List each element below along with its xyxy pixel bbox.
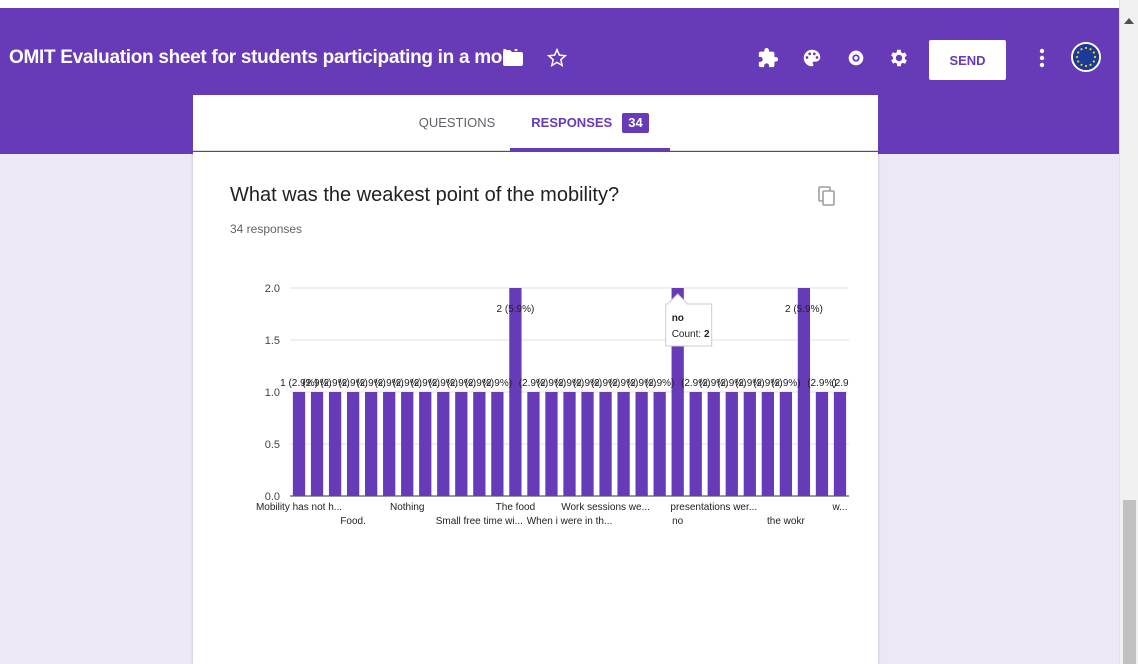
page-scrollbar[interactable] (1119, 0, 1138, 664)
eye-icon[interactable] (842, 44, 870, 72)
palette-icon[interactable] (798, 44, 826, 72)
x-tick-label: Nothing (390, 502, 424, 513)
y-tick-label: 1.5 (265, 335, 280, 347)
active-tab-indicator (510, 148, 670, 151)
x-tick-label: no (672, 516, 684, 527)
bar (761, 392, 774, 496)
data-label: (2.9%) (483, 378, 512, 389)
y-tick-label: 1.0 (265, 387, 280, 399)
bar (779, 392, 793, 496)
bar (797, 288, 811, 496)
bar (563, 392, 576, 496)
y-axis-ticks: 0.00.51.01.52.0 (265, 283, 280, 503)
chart-bars (292, 288, 847, 496)
data-label: (2.9 (831, 378, 849, 389)
bar (310, 392, 324, 496)
bar (581, 392, 594, 496)
scroll-up-arrow[interactable] (1124, 18, 1134, 24)
bar (707, 392, 720, 496)
x-tick-label: the wokr (767, 516, 805, 527)
form-title[interactable]: OMIT Evaluation sheet for students parti… (9, 38, 519, 78)
tooltip-count-label: Count: (672, 329, 704, 340)
data-label: 2 (5.9%) (785, 304, 823, 315)
x-tick-label: Work sessions we... (561, 502, 650, 513)
avatar[interactable] (1071, 42, 1101, 72)
tab-questions[interactable]: QUESTIONS (402, 95, 512, 151)
bar (833, 392, 847, 496)
x-axis-labels: Mobility has not h... Nothing The food Work… (256, 502, 848, 527)
bar (292, 392, 306, 496)
bar (473, 392, 486, 496)
tooltip-pointer (666, 293, 689, 305)
tooltip-title: no (672, 313, 684, 324)
gear-icon[interactable] (885, 44, 913, 72)
tooltip-count-value: 2 (704, 329, 710, 340)
x-tick-label: The food (496, 502, 535, 513)
bar (509, 288, 522, 496)
x-tick-label: Mobility has not h... (256, 502, 342, 513)
chart-tooltip: no Count: 2 (665, 293, 713, 347)
tab-responses-label: RESPONSES (531, 115, 613, 130)
addon-icon[interactable] (754, 44, 782, 72)
bar (617, 392, 630, 496)
top-strip (0, 0, 1119, 8)
y-tick-label: 0.5 (265, 439, 280, 451)
data-label: 2 (5.9%) (497, 304, 535, 315)
x-tick-label: w... (831, 502, 847, 513)
bar-chart: 0.00.51.01.52.0 1 (2.9%)(2.9%)(2.9%)(2.9… (256, 283, 849, 527)
responses-count-badge: 34 (622, 113, 649, 133)
tooltip-joint (668, 303, 687, 306)
bar (743, 392, 756, 496)
bar (455, 392, 468, 496)
bar (689, 392, 702, 496)
bar (383, 392, 396, 496)
x-tick-label: presentations wer... (670, 502, 757, 513)
data-labels: 1 (2.9%)(2.9%)(2.9%)(2.9%)(2.9%)(2.9%)(2… (280, 304, 849, 389)
bar (401, 392, 414, 496)
bar (328, 392, 342, 496)
bar (527, 392, 540, 496)
bar (545, 392, 558, 496)
x-tick-label: When i were in th... (527, 516, 613, 527)
bar (815, 392, 829, 496)
data-label: (2.9%) (645, 378, 674, 389)
tab-responses[interactable]: RESPONSES 34 (510, 95, 670, 151)
y-tick-label: 2.0 (265, 283, 280, 295)
more-icon[interactable] (1028, 44, 1056, 72)
bar (635, 392, 648, 496)
folder-icon[interactable] (499, 44, 527, 72)
tooltip-count: Count: 2 (672, 329, 710, 340)
bar (437, 392, 450, 496)
bar (365, 392, 378, 496)
x-tick-label: Food. (340, 516, 366, 527)
bar (653, 392, 666, 496)
send-button[interactable]: SEND (929, 40, 1006, 80)
data-label: (2.9%) (771, 378, 800, 389)
scroll-thumb[interactable] (1123, 500, 1136, 664)
tabs-bar: QUESTIONS RESPONSES 34 (193, 95, 878, 151)
x-tick-label: Small free time wi... (436, 516, 523, 527)
bar (599, 392, 612, 496)
bar (725, 392, 738, 496)
bar (491, 392, 504, 496)
bar (346, 392, 360, 496)
star-icon[interactable] (543, 44, 571, 72)
bar (419, 392, 432, 496)
question-summary-card: What was the weakest point of the mobili… (193, 152, 878, 664)
